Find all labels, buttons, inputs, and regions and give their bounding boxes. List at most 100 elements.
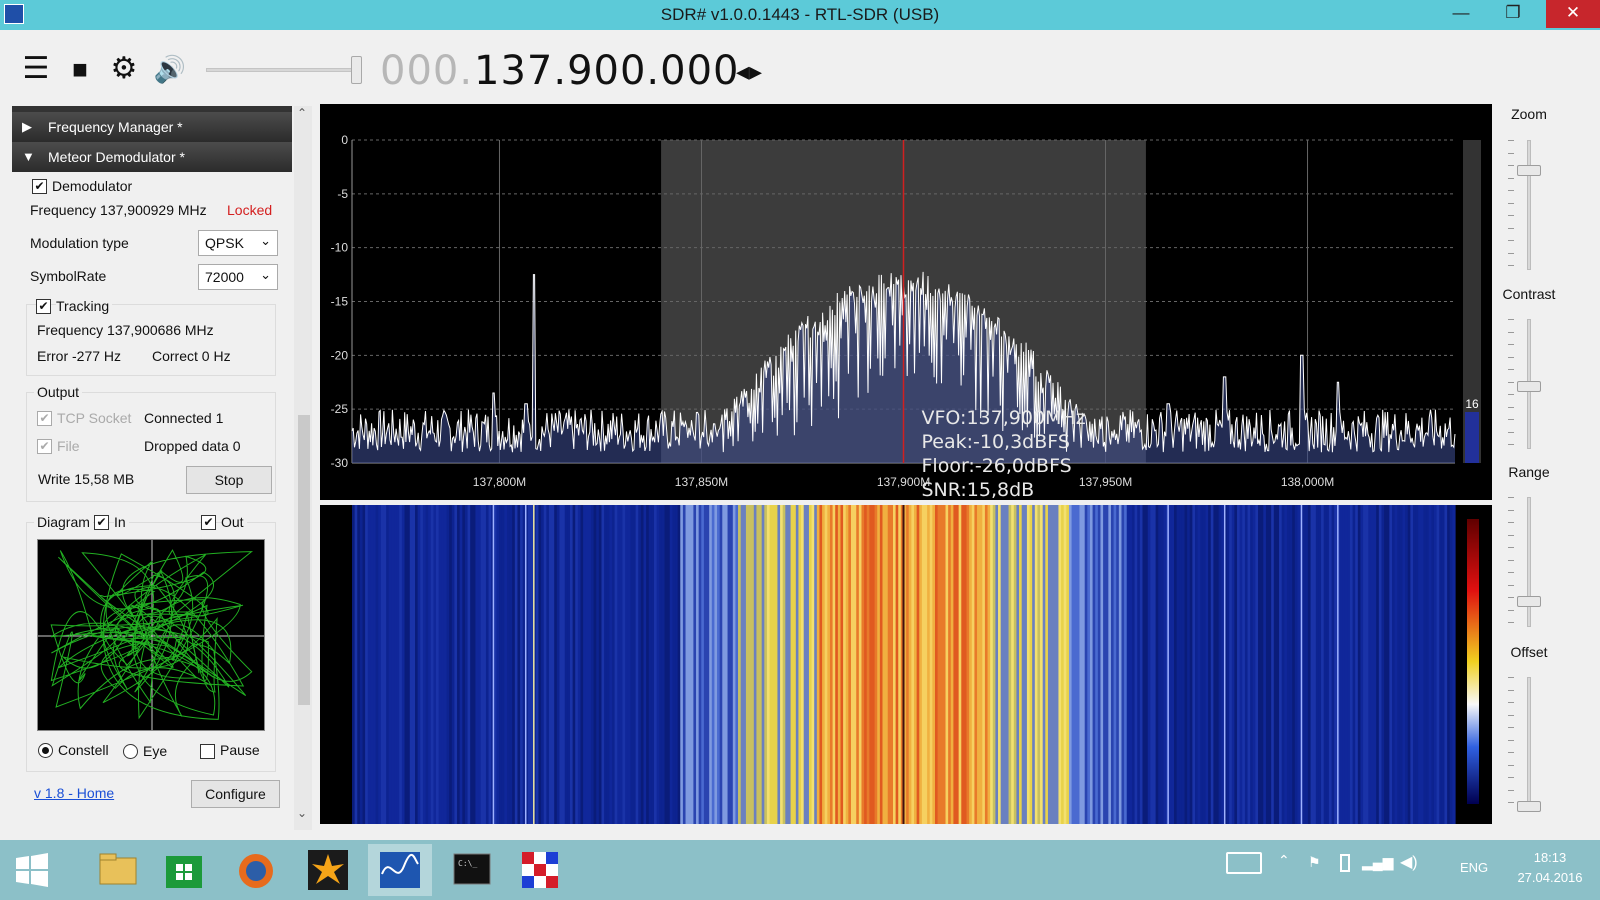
volume-icon[interactable]: ◀): [1400, 852, 1418, 872]
waterfall-display[interactable]: [320, 505, 1492, 824]
slider-thumb[interactable]: [1517, 381, 1541, 392]
y-tick-label: -30: [331, 456, 349, 470]
modulation-type-value: QPSK: [205, 235, 244, 251]
firefox-icon[interactable]: [224, 844, 288, 896]
slider-thumb[interactable]: [1517, 596, 1541, 607]
frequency-manager-header[interactable]: ▶ Frequency Manager *: [12, 112, 292, 142]
tray-expand-icon[interactable]: ⌃: [1278, 852, 1290, 869]
slider-tick: [1508, 622, 1514, 623]
diagram-in-checkbox[interactable]: ✔: [94, 515, 109, 530]
constellation-trace: [50, 549, 254, 720]
offset-slider[interactable]: [1508, 677, 1550, 812]
keyboard-icon[interactable]: [1226, 852, 1262, 874]
frequency-display[interactable]: 137.900.000: [474, 48, 739, 94]
waterfall-plot[interactable]: [320, 505, 1492, 824]
slider-tick: [1508, 344, 1514, 345]
x-tick-label: 138,000M: [1281, 475, 1334, 489]
minimize-button[interactable]: —: [1438, 0, 1484, 28]
spectrum-analyzer[interactable]: 0 -5 -10 -15 -20 -25 -30 137,800M 137,850M 137,90…: [320, 104, 1492, 501]
slider-tick: [1508, 789, 1514, 791]
clock[interactable]: 18:13 27.04.2016: [1512, 848, 1588, 888]
plugin-panel: ▶ Frequency Manager * ▼ Meteor Demodulat…: [12, 106, 292, 836]
slider-tick: [1508, 764, 1514, 766]
contrast-slider[interactable]: [1508, 319, 1550, 454]
slider-tick: [1508, 444, 1514, 445]
symbolrate-select[interactable]: 72000 ⌄: [198, 264, 278, 290]
sdrsharp-taskbar-icon[interactable]: [368, 844, 432, 896]
zoom-slider[interactable]: [1508, 140, 1550, 275]
expand-arrow-icon: ▶: [22, 119, 32, 134]
file-explorer-icon[interactable]: [86, 844, 150, 896]
eye-label: Eye: [143, 743, 168, 759]
plugin-scrollbar-thumb[interactable]: [298, 415, 310, 705]
slider-thumb[interactable]: [1517, 165, 1541, 176]
close-button[interactable]: ✕: [1546, 0, 1600, 28]
scroll-up-icon[interactable]: ⌃: [297, 106, 307, 120]
vfo-info-snr: SNR:15,8dB: [922, 479, 1035, 500]
range-slider[interactable]: [1508, 497, 1550, 632]
slider-thumb[interactable]: [1517, 801, 1541, 812]
tracking-error: Error -277 Hz: [37, 348, 122, 364]
slider-tick: [1508, 597, 1514, 598]
slider-tick: [1508, 559, 1514, 561]
console-icon[interactable]: C:\_: [440, 844, 504, 896]
slider-tick: [1508, 140, 1514, 141]
tcp-socket-checkbox[interactable]: ✔: [37, 411, 52, 426]
symbolrate-value: 72000: [205, 269, 244, 285]
tracking-frequency: Frequency 137,900686 MHz: [37, 322, 214, 338]
slider-track[interactable]: [1527, 497, 1531, 627]
tracking-group: [26, 304, 276, 376]
slider-tick: [1508, 584, 1514, 586]
volume-slider-thumb[interactable]: [351, 56, 362, 84]
contrast-label: Contrast: [1502, 286, 1556, 302]
meteor-demodulator-header[interactable]: ▼ Meteor Demodulator *: [12, 142, 292, 172]
constell-label: Constell: [58, 742, 109, 758]
network-icon[interactable]: ▂▄▆: [1362, 854, 1393, 871]
constell-radio[interactable]: [38, 743, 53, 758]
y-tick-label: -15: [331, 295, 349, 309]
file-checkbox[interactable]: ✔: [37, 439, 52, 454]
diagram-title: Diagram: [34, 514, 93, 530]
demodulator-checkbox[interactable]: ✔: [32, 179, 47, 194]
range-label: Range: [1508, 464, 1550, 480]
y-tick-label: 0: [341, 133, 348, 147]
volume-slider[interactable]: [206, 68, 358, 72]
scroll-down-icon[interactable]: ⌄: [297, 806, 307, 820]
frequency-step-arrows-icon[interactable]: ◂▸: [736, 56, 762, 87]
slider-tick: [1508, 609, 1514, 611]
spectrum-plot[interactable]: 0-5-10-15-20-25-30137,800M 137,850M 137,90…: [320, 104, 1492, 501]
app-burst-icon[interactable]: [296, 844, 360, 896]
gear-icon[interactable]: ⚙: [106, 52, 142, 88]
frequency-prefix[interactable]: 000.: [380, 48, 473, 94]
slider-track[interactable]: [1527, 140, 1531, 270]
meteor-demodulator-label: Meteor Demodulator *: [48, 149, 185, 165]
configure-button[interactable]: Configure: [191, 780, 280, 808]
home-link[interactable]: v 1.8 - Home: [34, 785, 114, 801]
battery-icon[interactable]: [1340, 854, 1350, 872]
restore-button[interactable]: ❐: [1490, 0, 1536, 28]
slider-tick: [1508, 252, 1514, 254]
pause-checkbox[interactable]: [200, 744, 215, 759]
app-checker-icon[interactable]: [508, 844, 572, 896]
modulation-type-select[interactable]: QPSK ⌄: [198, 230, 278, 256]
language-indicator[interactable]: ENG: [1460, 860, 1488, 875]
speaker-icon[interactable]: 🔊: [152, 52, 188, 88]
menu-icon[interactable]: ☰: [18, 52, 54, 88]
tcp-socket-status: Connected 1: [144, 410, 224, 426]
start-button[interactable]: [0, 844, 64, 896]
tracking-label: Tracking: [56, 298, 113, 314]
y-tick-label: -10: [331, 241, 349, 255]
tracking-checkbox[interactable]: ✔: [36, 299, 51, 314]
slider-track[interactable]: [1527, 677, 1531, 807]
diagram-out-checkbox[interactable]: ✔: [201, 515, 216, 530]
eye-radio[interactable]: [123, 744, 138, 759]
stop-button[interactable]: Stop: [186, 466, 272, 494]
level-meter-fill: [1465, 412, 1479, 463]
stop-icon[interactable]: ■: [62, 52, 98, 88]
slider-tick: [1508, 689, 1514, 691]
action-center-icon[interactable]: ⚑: [1308, 854, 1321, 871]
demodulator-label: Demodulator: [52, 178, 133, 194]
y-tick-label: -25: [331, 402, 349, 416]
slider-tick: [1508, 727, 1514, 728]
store-icon[interactable]: [152, 844, 216, 896]
